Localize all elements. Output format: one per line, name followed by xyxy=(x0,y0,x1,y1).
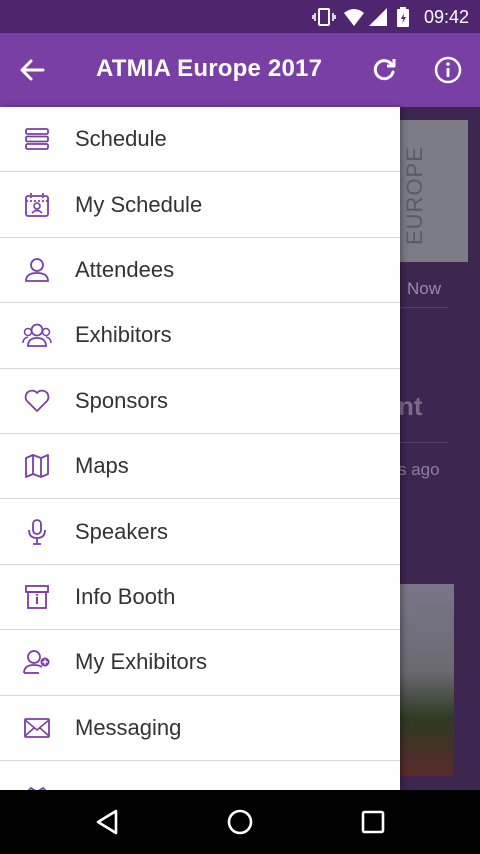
wifi-icon xyxy=(343,7,365,32)
system-navigation-bar xyxy=(0,790,480,854)
drawer-item-attendees[interactable]: Attendees xyxy=(0,238,400,304)
people-group-icon xyxy=(22,320,52,350)
calendar-person-icon xyxy=(22,190,52,220)
signal-icon xyxy=(368,7,388,32)
info-button[interactable] xyxy=(430,52,466,88)
drawer-item-label: Schedule xyxy=(75,126,167,152)
arrow-left-icon xyxy=(20,59,45,81)
drawer-item-partial[interactable] xyxy=(0,761,400,790)
info-booth-icon xyxy=(22,582,52,612)
refresh-icon xyxy=(373,59,396,81)
info-icon xyxy=(434,56,462,84)
envelope-icon xyxy=(22,713,52,743)
now-label: Now xyxy=(407,279,442,298)
drawer-item-exhibitors[interactable]: Exhibitors xyxy=(0,303,400,369)
divider xyxy=(398,307,448,308)
person-icon xyxy=(22,255,52,285)
back-button[interactable] xyxy=(14,52,50,88)
drawer-item-my-schedule[interactable]: My Schedule xyxy=(0,172,400,238)
clock: 09:42 xyxy=(423,7,469,27)
drawer-item-speakers[interactable]: Speakers xyxy=(0,499,400,565)
app-bar: ATMIA Europe 2017 xyxy=(0,33,480,107)
nav-recents-button[interactable] xyxy=(353,804,393,840)
drawer-item-maps[interactable]: Maps xyxy=(0,434,400,500)
drawer-item-label: Maps xyxy=(75,453,129,479)
person-star-icon xyxy=(22,647,52,677)
status-bar: 09:42 xyxy=(0,0,480,33)
map-icon xyxy=(22,451,52,481)
microphone-icon xyxy=(22,517,52,547)
drawer-item-label: Attendees xyxy=(75,256,175,282)
drawer-item-label: Exhibitors xyxy=(75,322,172,348)
nav-back-button[interactable] xyxy=(87,804,127,840)
vibrate-icon xyxy=(312,7,336,32)
square-recents-icon xyxy=(361,810,385,834)
post-heading: nt xyxy=(398,391,423,421)
triangle-back-icon xyxy=(96,809,118,835)
drawer-item-label: Messaging xyxy=(75,714,182,740)
schedule-list-icon xyxy=(22,124,52,154)
battery-icon xyxy=(396,7,410,32)
post-time: s ago xyxy=(398,460,440,479)
drawer-item-sponsors[interactable]: Sponsors xyxy=(0,369,400,434)
drawer-item-messaging[interactable]: Messaging xyxy=(0,696,400,761)
drawer-item-label: Info Booth xyxy=(75,583,176,609)
drawer-item-label: My Exhibitors xyxy=(75,649,208,675)
drawer-item-info-booth[interactable]: Info Booth xyxy=(0,565,400,631)
banner-text: EUROPE xyxy=(402,146,427,245)
drawer-item-schedule[interactable]: Schedule xyxy=(0,107,400,173)
drawer-item-my-exhibitors[interactable]: My Exhibitors xyxy=(0,630,400,696)
nav-home-button[interactable] xyxy=(220,804,260,840)
drawer-item-label: Speakers xyxy=(75,518,168,544)
circle-home-icon xyxy=(227,809,253,835)
page-title: ATMIA Europe 2017 xyxy=(96,55,323,82)
drawer-item-label: My Schedule xyxy=(75,191,203,217)
post-photo xyxy=(398,584,454,776)
divider xyxy=(398,442,448,443)
drawer-item-partial-icon xyxy=(22,781,52,790)
heart-icon xyxy=(22,386,52,416)
drawer-item-label: Sponsors xyxy=(75,387,168,413)
refresh-button[interactable] xyxy=(366,52,402,88)
navigation-drawer: Schedule My Schedule Attendees Exhibitor… xyxy=(0,107,400,790)
